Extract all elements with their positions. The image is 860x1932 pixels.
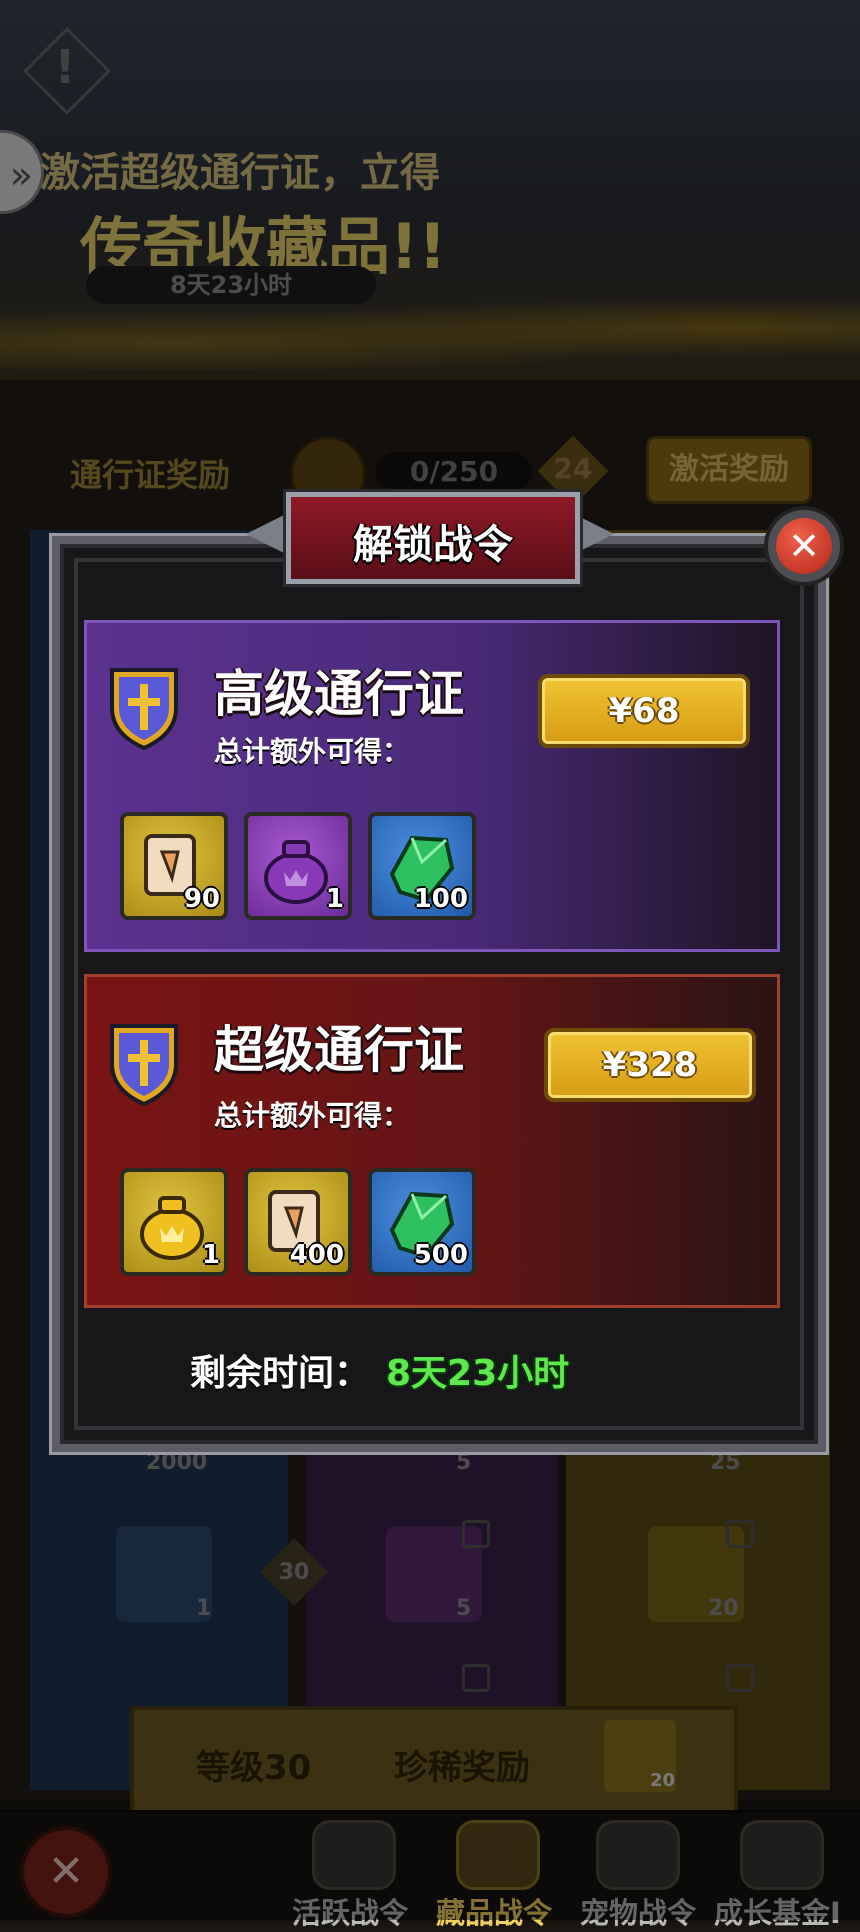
close-button[interactable]: ✕ xyxy=(764,506,844,586)
item-count: 1 xyxy=(201,1240,220,1270)
scroll-icon: 400 xyxy=(244,1168,352,1276)
premium-pass-subtitle: 总计额外可得： xyxy=(214,735,411,768)
close-icon: ✕ xyxy=(776,518,832,574)
remaining-time-value: 8天23小时 xyxy=(386,1353,570,1394)
super-pass-subtitle: 总计额外可得： xyxy=(214,1099,411,1132)
remaining-time-label: 剩余时间： xyxy=(190,1353,371,1394)
modal-title: 解锁战令 xyxy=(353,522,513,568)
green-gem-icon: 500 xyxy=(368,1168,476,1276)
gold-bag-icon: 1 xyxy=(120,1168,228,1276)
purple-bag-icon: 1 xyxy=(244,812,352,920)
item-count: 90 xyxy=(183,884,220,914)
item-count: 500 xyxy=(413,1240,468,1270)
green-gem-icon: 100 xyxy=(368,812,476,920)
item-count: 400 xyxy=(289,1240,344,1270)
scroll-icon: 90 xyxy=(120,812,228,920)
title-wing-left xyxy=(246,512,290,556)
super-pass-title: 超级通行证 xyxy=(214,1021,464,1079)
premium-pass-title: 高级通行证 xyxy=(214,665,464,723)
shield-icon xyxy=(110,668,178,751)
shield-icon xyxy=(110,1024,178,1107)
item-count: 100 xyxy=(413,884,468,914)
premium-price-button[interactable]: ¥68 xyxy=(538,674,750,748)
item-count: 1 xyxy=(325,884,344,914)
super-price-button[interactable]: ¥328 xyxy=(544,1028,756,1102)
